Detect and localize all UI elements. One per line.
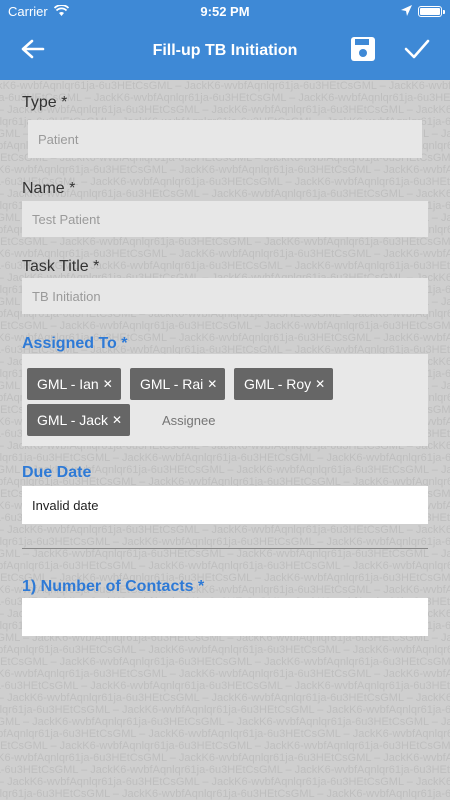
checkmark-icon [404,38,430,65]
chip-label: GML - Roy [244,376,312,392]
contacts-label: 1) Number of Contacts * [22,578,205,595]
location-arrow-icon [401,4,412,19]
assigned-to-field[interactable]: GML - Ian ✕ GML - Rai ✕ GML - Roy ✕ GML … [22,354,428,446]
task-title-field[interactable]: TB Initiation [22,278,428,314]
type-label: Type * [22,94,68,111]
assignee-input[interactable] [162,406,312,434]
assignee-chip[interactable]: GML - Rai ✕ [130,368,226,400]
save-button[interactable] [338,22,388,80]
carrier-label: Carrier [8,3,48,19]
assigned-to-label: Assigned To * [22,335,128,352]
remove-chip-icon[interactable]: ✕ [315,377,325,391]
section-divider [22,548,428,549]
remove-chip-icon[interactable]: ✕ [112,413,122,427]
status-bar: Carrier 9:52 PM [0,0,450,22]
assignee-chip[interactable]: GML - Jack ✕ [27,404,131,436]
wifi-icon [53,3,69,19]
remove-chip-icon[interactable]: ✕ [207,377,217,391]
navigation-bar: Fill-up TB Initiation [0,22,450,80]
type-field[interactable]: Patient [28,120,422,158]
back-button[interactable] [8,22,58,80]
assignee-chip[interactable]: GML - Roy ✕ [234,368,334,400]
floppy-disk-icon [350,36,376,67]
chip-label: GML - Rai [140,376,204,392]
name-label: Name * [22,180,76,197]
chip-label: GML - Ian [37,376,99,392]
form-scroll-area[interactable]: JackK6-wvbfAqnlqr61ja-6u3HEtCsGML – Jack… [0,80,450,800]
submit-button[interactable] [392,22,442,80]
due-date-field[interactable]: Invalid date [22,486,428,524]
arrow-left-icon [21,39,45,64]
remove-chip-icon[interactable]: ✕ [103,377,113,391]
task-title-label: Task Title * [22,258,100,275]
due-date-label: Due Date [22,464,92,481]
battery-icon [418,5,445,17]
name-field[interactable]: Test Patient [22,201,428,237]
chip-label: GML - Jack [37,412,109,428]
assignee-chip[interactable]: GML - Ian ✕ [27,368,121,400]
contacts-field[interactable] [22,598,428,636]
